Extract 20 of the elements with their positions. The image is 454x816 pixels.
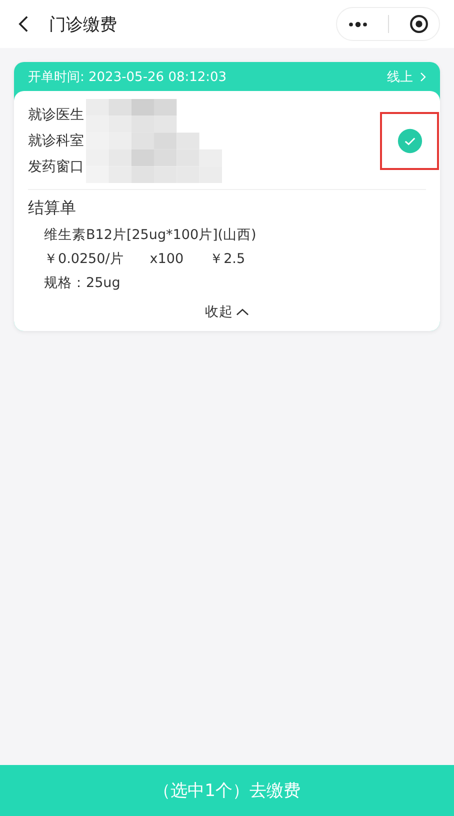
back-icon[interactable] <box>18 15 29 33</box>
chevron-right-icon <box>420 72 426 82</box>
channel-link[interactable]: 线上 <box>387 68 413 86</box>
pay-button[interactable]: （选中1个）去缴费 <box>0 765 454 816</box>
unit-price: ￥0.0250/片 <box>44 250 124 269</box>
section-title: 结算单 <box>28 198 77 219</box>
amount: ￥2.5 <box>210 250 246 269</box>
info-label: 就诊科室 <box>28 132 84 151</box>
order-time: 开单时间: 2023-05-26 08:12:03 <box>28 68 227 86</box>
more-icon[interactable] <box>346 20 369 28</box>
check-icon[interactable] <box>396 128 422 154</box>
quantity: x100 <box>150 250 184 269</box>
drug-spec: 规格：25ug <box>44 274 122 293</box>
caret-up-icon <box>236 308 249 316</box>
page-title: 门诊缴费 <box>49 14 118 36</box>
close-target-icon[interactable] <box>409 14 430 34</box>
info-label: 就诊医生 <box>28 106 84 125</box>
collapse-toggle[interactable]: 收起 <box>205 303 249 321</box>
info-label: 发药窗口 <box>28 158 84 177</box>
drug-name: 维生素B12片[25ug*100片](山西) <box>44 226 258 245</box>
